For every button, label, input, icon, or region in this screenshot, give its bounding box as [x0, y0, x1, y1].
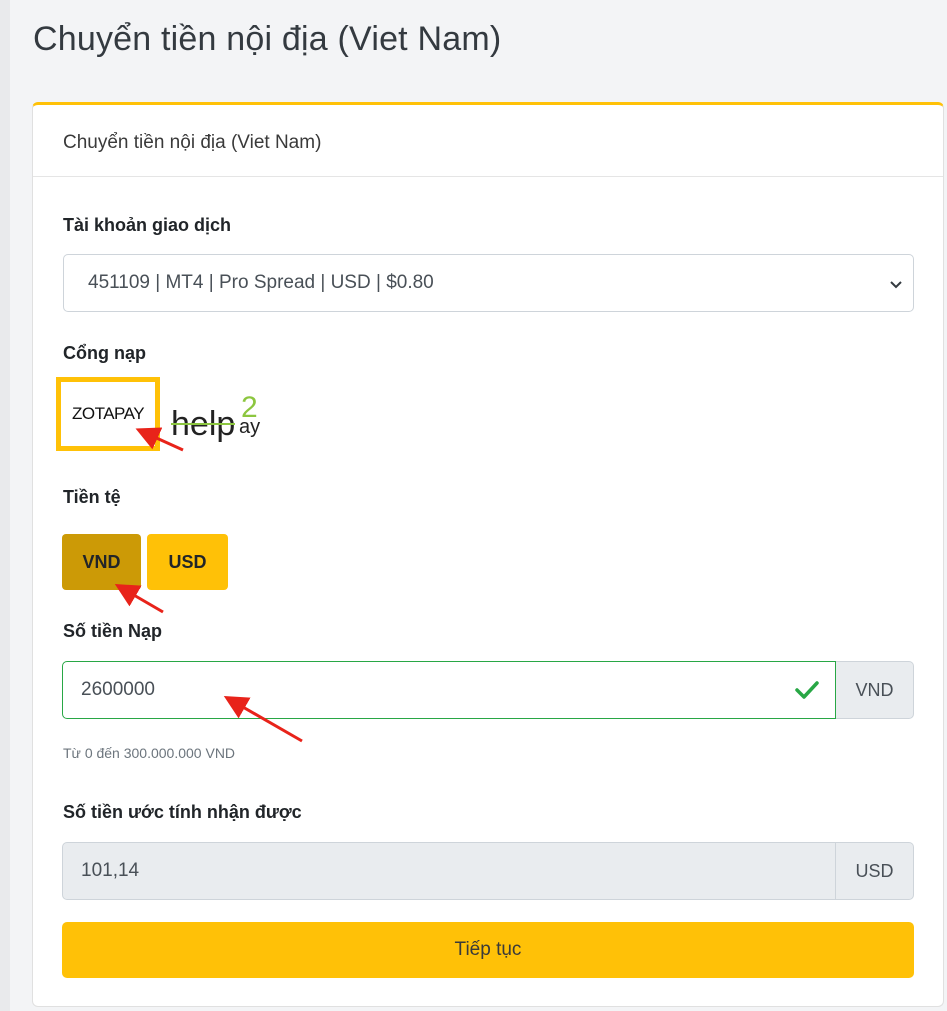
card-header: Chuyển tiền nội địa (Viet Nam): [33, 105, 943, 177]
account-select-value: 451109 | MT4 | Pro Spread | USD | $0.80: [88, 272, 434, 293]
estimate-label: Số tiền ước tính nhận được: [63, 802, 302, 822]
gateway-help2pay-option[interactable]: help 2 ay: [171, 377, 271, 451]
zotapay-logo: ZOTAPAY: [71, 404, 145, 423]
left-border-strip: [0, 0, 10, 1011]
account-label: Tài khoản giao dịch: [63, 215, 232, 235]
page-title: Chuyển tiền nội địa (Viet Nam): [33, 20, 502, 58]
deposit-card: Chuyển tiền nội địa (Viet Nam) Tài khoản…: [32, 102, 944, 1007]
account-select[interactable]: 451109 | MT4 | Pro Spread | USD | $0.80: [63, 254, 914, 312]
help2pay-logo: help 2 ay: [171, 391, 261, 443]
amount-input-group: VND: [62, 661, 914, 719]
amount-hint: Từ 0 đến 300.000.000 VND: [63, 745, 236, 761]
estimate-input-group: USD: [62, 842, 914, 900]
amount-unit-addon: VND: [836, 661, 914, 719]
amount-label: Số tiền Nạp: [63, 621, 163, 641]
estimate-unit-addon: USD: [836, 842, 914, 900]
amount-input[interactable]: [62, 661, 836, 719]
continue-button[interactable]: Tiếp tục: [62, 922, 914, 978]
estimate-field: [62, 842, 836, 900]
currency-vnd-button[interactable]: VND: [62, 534, 141, 590]
check-icon: [795, 681, 819, 699]
currency-usd-button[interactable]: USD: [147, 534, 228, 590]
currency-label: Tiền tệ: [63, 487, 121, 507]
gateway-zotapay-option[interactable]: ZOTAPAY: [56, 377, 160, 451]
chevron-down-icon: [890, 281, 902, 289]
gateway-label: Cổng nạp: [63, 343, 146, 363]
